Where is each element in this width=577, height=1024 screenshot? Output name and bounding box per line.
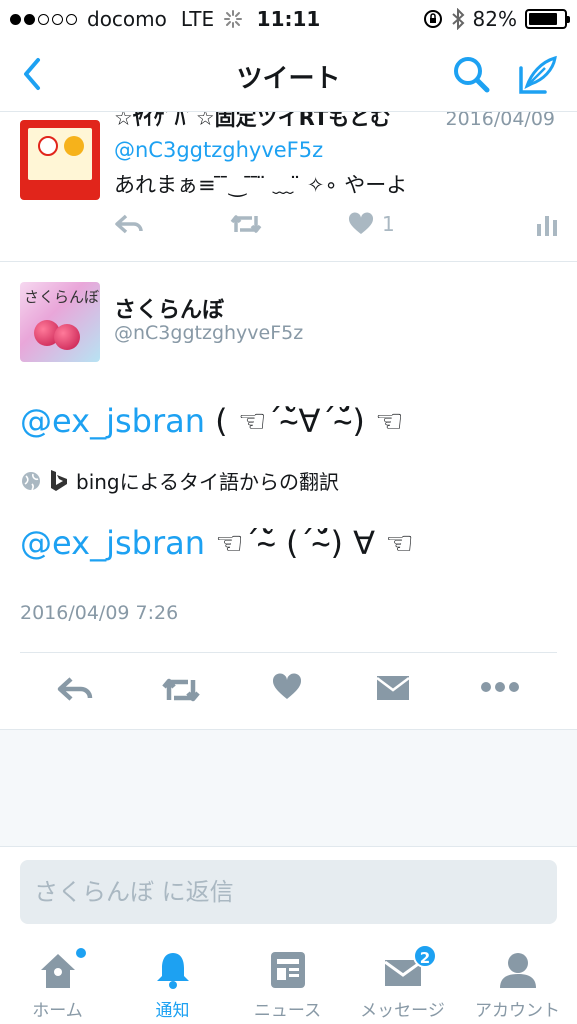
compose-tweet-icon[interactable] [517, 54, 559, 96]
analytics-button[interactable] [536, 212, 558, 236]
status-right: 82% [423, 7, 570, 31]
tab-bar: ホーム 通知 ニュース 2 メッセージ アカウント [0, 936, 577, 1024]
bing-logo-icon [51, 469, 67, 491]
reply-icon [57, 677, 93, 701]
tweet-body-original: @ex_jsbran ( ☜´˘̴̀∀´˘̴́) ☜ [20, 402, 404, 440]
reply-bar [0, 846, 577, 936]
tweet-body-text: ( ☜´˘̴̀∀´˘̴́) ☜ [204, 402, 404, 440]
globe-icon [22, 471, 40, 490]
home-icon [41, 954, 75, 988]
tweet-author-handle[interactable]: @nC3ggtzghyveF5z [114, 322, 303, 344]
more-options-button[interactable] [480, 681, 520, 693]
direct-message-button[interactable] [376, 675, 410, 701]
reply-icon [115, 214, 143, 234]
tweet-actions [0, 667, 577, 717]
orientation-lock-icon [423, 10, 442, 28]
translation-note-text: bingによるタイ語からの翻訳 [76, 470, 340, 494]
nav-bar: ツイート [0, 40, 577, 112]
unread-badge: 2 [413, 944, 437, 968]
divider [20, 652, 557, 653]
tweet-author-handle[interactable]: @nC3ggtzghyveF5z [114, 138, 323, 162]
tab-label: アカウント [475, 1001, 560, 1021]
tab-notifications[interactable]: 通知 [115, 936, 230, 1024]
heart-icon [272, 673, 302, 699]
translation-note: bingによるタイ語からの翻訳 [20, 466, 339, 495]
previous-tweet[interactable]: ☆ﾔｲｹﾞﾊﾞ☆固定ツイRTもとむ 2016/04/09 @nC3ggtzghy… [0, 112, 577, 262]
mention-link[interactable]: @ex_jsbran [20, 402, 205, 440]
user-avatar[interactable] [20, 120, 100, 200]
retweet-button[interactable] [160, 675, 202, 705]
analytics-bars-icon [537, 216, 557, 236]
search-icon[interactable] [451, 54, 491, 94]
focused-tweet: さくらんぼ さくらんぼ @nC3ggtzghyveF5z @ex_jsbran … [0, 262, 577, 730]
tweet-text: あれまぁ≡ ̄ ̄‿ ̄ ̄ ̈ ﹏ ̈ ✧∘ やーよ [114, 173, 408, 197]
tweet-body-translated: @ex_jsbran ☜´˘̴̀ (´˘̴́) ∀ ☜ [20, 524, 414, 562]
tab-label: 通知 [155, 1001, 190, 1021]
like-button[interactable] [272, 673, 302, 701]
bluetooth-icon [451, 8, 464, 30]
tweet-author-name: さくらんぼ [114, 298, 225, 323]
reply-button[interactable] [57, 675, 93, 703]
tweet-body-text: ☜´˘̴̀ (´˘̴́) ∀ ☜ [204, 524, 414, 562]
retweet-icon [230, 215, 262, 233]
retweet-icon [162, 678, 200, 702]
tab-label: ニュース [253, 1001, 322, 1021]
tweet-author-name: ☆ﾔｲｹﾞﾊﾞ☆固定ツイRTもとむ [114, 112, 391, 130]
mention-link[interactable]: @ex_jsbran [20, 524, 205, 562]
tab-home[interactable]: ホーム [0, 936, 115, 1024]
news-icon [271, 952, 305, 988]
avatar-label: さくらんぼ [24, 288, 100, 306]
empty-replies-area [0, 730, 577, 846]
tweet-timestamp: 2016/04/09 7:26 [20, 602, 179, 624]
reply-button[interactable] [114, 212, 144, 236]
like-count: 1 [382, 212, 395, 236]
reply-input[interactable] [20, 860, 557, 924]
battery-icon [525, 9, 570, 29]
tab-label: ホーム [32, 1001, 83, 1021]
user-avatar[interactable]: さくらんぼ [20, 282, 100, 362]
envelope-icon [376, 676, 410, 700]
like-button[interactable]: 1 [348, 212, 395, 236]
tweet-actions: 1 [0, 212, 577, 248]
battery-percent: 82% [472, 7, 517, 31]
bell-icon [157, 953, 189, 989]
tab-label: メッセージ [360, 1001, 445, 1021]
tab-messages[interactable]: 2 メッセージ [345, 936, 460, 1024]
retweet-button[interactable] [228, 212, 264, 236]
account-icon [500, 953, 536, 988]
new-activity-dot [76, 948, 86, 958]
tab-account[interactable]: アカウント [460, 936, 575, 1024]
status-bar: docomo LTE 11:11 82% [0, 0, 577, 40]
heart-icon [348, 212, 374, 234]
more-dots-icon [481, 682, 519, 692]
tab-news[interactable]: ニュース [230, 936, 345, 1024]
tweet-date: 2016/04/09 [445, 112, 555, 130]
